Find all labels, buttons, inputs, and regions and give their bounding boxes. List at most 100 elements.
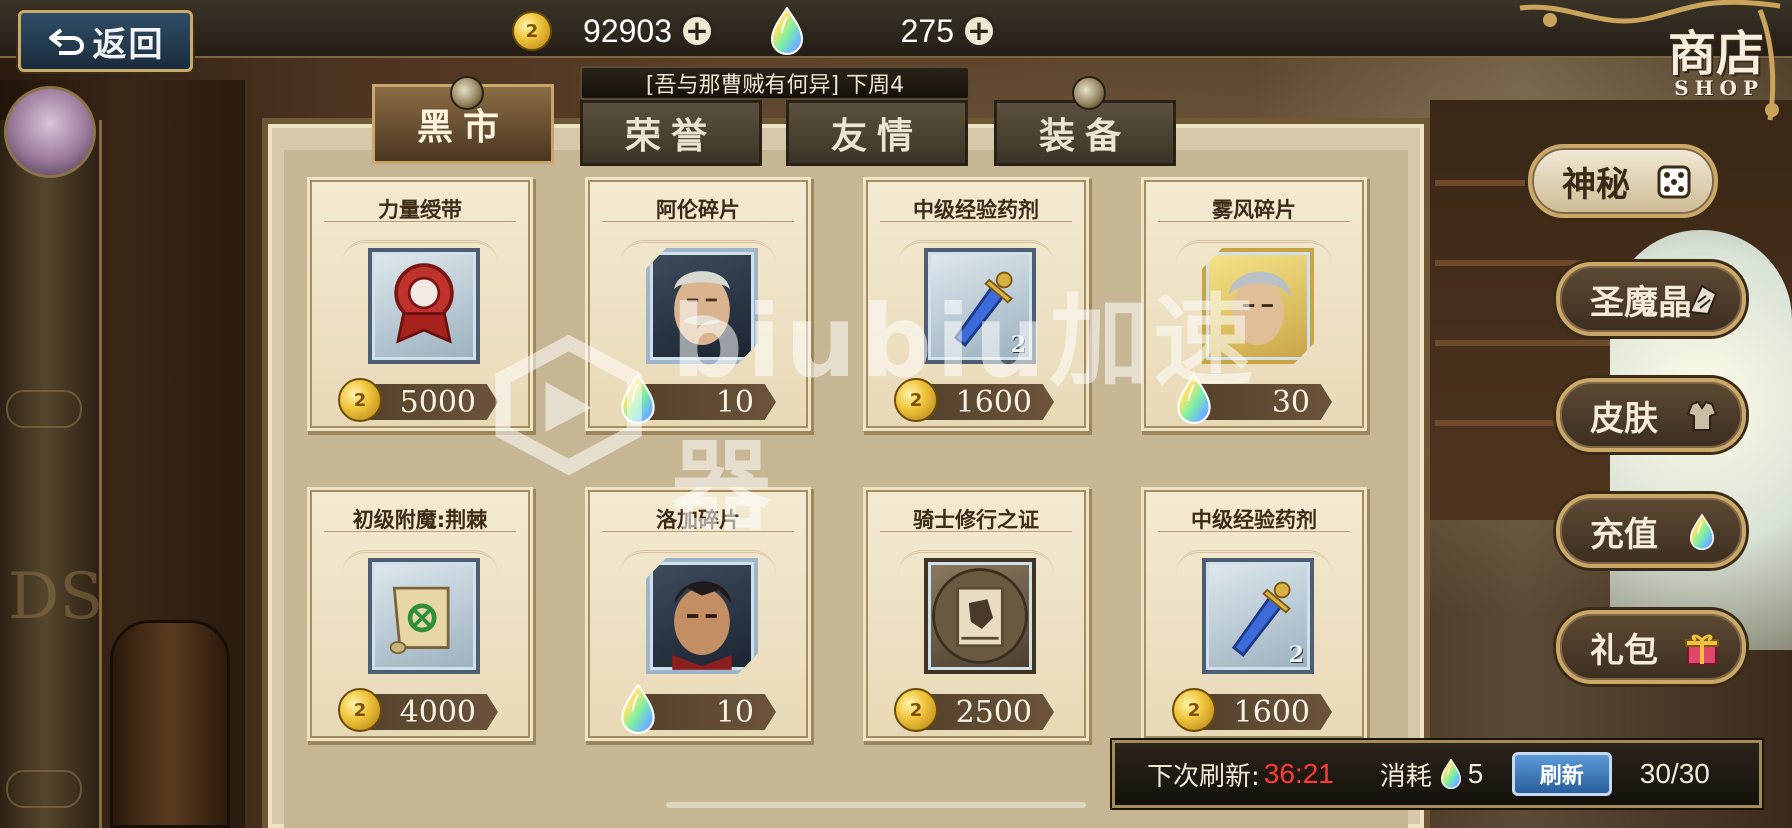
event-banner: [吾与那曹贼有何异] 下周4 bbox=[580, 66, 970, 100]
red-sash-icon bbox=[394, 263, 454, 344]
gold-counter: 2 92903 + bbox=[512, 8, 714, 54]
item-name: 中级经验药剂 bbox=[1158, 504, 1350, 532]
wufeng-portrait-icon bbox=[1228, 271, 1292, 345]
item-name: 雾风碎片 bbox=[1158, 194, 1350, 222]
rainbow-gem-icon bbox=[620, 684, 656, 734]
item-frame: 2 bbox=[924, 248, 1036, 364]
shop-item-card[interactable]: 中级经验药剂 2 1600 2 bbox=[1144, 490, 1364, 738]
refresh-timer: 36:21 bbox=[1263, 758, 1334, 789]
tab-label: 友情 bbox=[830, 115, 923, 157]
refresh-bar: 下次刷新: 36:21 消耗 5 刷新 30/30 bbox=[1112, 740, 1762, 808]
item-name: 中级经验药剂 bbox=[880, 194, 1072, 222]
side-menu-label: 礼包 bbox=[1590, 630, 1658, 671]
add-gold-button[interactable]: + bbox=[680, 14, 714, 48]
pillar-ornament bbox=[6, 770, 82, 808]
dice-icon bbox=[1657, 165, 1691, 199]
pillar-glyph-decor: DS bbox=[8, 560, 104, 634]
side-menu-recharge[interactable]: 充值 bbox=[1556, 494, 1746, 568]
tab-knob-ornament bbox=[450, 76, 484, 110]
loga-portrait-icon bbox=[672, 581, 732, 670]
shop-item-card[interactable]: 雾风碎片 30 bbox=[1144, 180, 1364, 428]
item-frame bbox=[646, 248, 758, 364]
item-name: 洛加碎片 bbox=[602, 504, 794, 532]
item-price: 10 bbox=[715, 694, 754, 730]
next-refresh-label: 下次刷新: bbox=[1147, 761, 1260, 792]
rainbow-gem-icon bbox=[620, 374, 656, 424]
side-menu-holy-crystal[interactable]: 圣魔晶 bbox=[1556, 262, 1746, 336]
shop-item-card[interactable]: 阿伦碎片 10 bbox=[588, 180, 808, 428]
item-price: 10 bbox=[715, 384, 754, 420]
gem-counter: 275 + bbox=[770, 8, 996, 54]
add-gems-button[interactable]: + bbox=[962, 14, 996, 48]
gold-coin-icon: 2 bbox=[894, 688, 938, 732]
gold-value: 92903 bbox=[583, 12, 672, 49]
knight-certificate-icon bbox=[932, 568, 1028, 664]
side-menu-label: 圣魔晶 bbox=[1590, 282, 1692, 323]
shop-item-card[interactable]: 力量绶带 5000 2 bbox=[310, 180, 530, 428]
tab-honor[interactable]: 荣誉 bbox=[580, 100, 762, 166]
shop-title-chinese: 商店 bbox=[1667, 26, 1764, 82]
shop-item-card[interactable]: 初级附魔:荆棘 4000 2 bbox=[310, 490, 530, 738]
side-menu-label: 充值 bbox=[1590, 514, 1658, 555]
tab-label: 荣誉 bbox=[624, 115, 717, 157]
refresh-cost: 5 bbox=[1467, 758, 1484, 789]
side-menu-label: 皮肤 bbox=[1590, 398, 1658, 439]
item-price: 2500 bbox=[955, 694, 1032, 730]
shop-item-card[interactable]: 骑士修行之证 2500 2 bbox=[866, 490, 1086, 738]
back-button[interactable]: 返回 bbox=[18, 10, 193, 72]
shop-item-card[interactable]: 洛加碎片 10 bbox=[588, 490, 808, 738]
item-name: 力量绶带 bbox=[324, 194, 516, 222]
item-frame bbox=[368, 248, 480, 364]
item-frame: 2 bbox=[1202, 558, 1314, 674]
item-price: 30 bbox=[1271, 384, 1310, 420]
costume-icon bbox=[1686, 400, 1718, 431]
item-price: 4000 bbox=[399, 694, 476, 730]
shelf-board bbox=[1435, 340, 1625, 346]
side-menu-mystery[interactable]: 神秘 bbox=[1528, 144, 1718, 218]
rainbow-gem-icon bbox=[1440, 759, 1462, 789]
shop-title: 商店 SHOP bbox=[1520, 6, 1792, 116]
gift-icon bbox=[1685, 634, 1719, 665]
gold-coin-icon: 2 bbox=[894, 378, 938, 422]
cost-label: 消耗 bbox=[1379, 761, 1432, 792]
enchant-scroll-icon bbox=[389, 586, 450, 655]
rainbow-gem-icon bbox=[770, 7, 804, 55]
gold-coin-icon: 2 bbox=[338, 378, 382, 422]
player-avatar[interactable] bbox=[4, 86, 96, 178]
tab-knob-ornament bbox=[1072, 76, 1106, 110]
gold-coin-icon: 2 bbox=[338, 688, 382, 732]
pillar-ornament bbox=[6, 390, 82, 428]
shop-title-english: SHOP bbox=[1674, 76, 1764, 100]
gem-icon bbox=[1684, 514, 1720, 550]
tab-equipment[interactable]: 装备 bbox=[994, 100, 1176, 166]
crystal-icon bbox=[1688, 284, 1718, 316]
item-frame bbox=[924, 558, 1036, 674]
side-menu-skins[interactable]: 皮肤 bbox=[1556, 378, 1746, 452]
alan-portrait-icon bbox=[674, 271, 730, 345]
item-name: 初级附魔:荆棘 bbox=[324, 504, 516, 532]
item-frame bbox=[1202, 248, 1314, 364]
return-arrow-icon bbox=[48, 28, 84, 55]
barrel-decor bbox=[110, 620, 230, 828]
item-price: 1600 bbox=[1233, 694, 1310, 730]
left-pillar-decor: DS bbox=[0, 120, 104, 828]
gold-coin-icon: 2 bbox=[1172, 688, 1216, 732]
tab-friendship[interactable]: 友情 bbox=[786, 100, 968, 166]
item-price: 1600 bbox=[955, 384, 1032, 420]
item-frame bbox=[368, 558, 480, 674]
shop-item-card[interactable]: 中级经验药剂 2 1600 2 bbox=[866, 180, 1086, 428]
refresh-count: 30/30 bbox=[1639, 758, 1710, 789]
side-menu-gift-pack[interactable]: 礼包 bbox=[1556, 610, 1746, 684]
stack-count: 2 bbox=[1288, 642, 1304, 668]
item-name: 骑士修行之证 bbox=[880, 504, 1072, 532]
scroll-indicator bbox=[666, 802, 1086, 808]
side-menu-label: 神秘 bbox=[1562, 164, 1630, 205]
gem-value: 275 bbox=[900, 12, 954, 49]
gold-coin-icon: 2 bbox=[512, 11, 552, 51]
item-frame bbox=[646, 558, 758, 674]
item-price: 5000 bbox=[399, 384, 476, 420]
back-label: 返回 bbox=[92, 24, 165, 65]
refresh-button[interactable]: 刷新 bbox=[1511, 752, 1612, 796]
rainbow-gem-icon bbox=[1176, 374, 1212, 424]
tab-label: 装备 bbox=[1038, 115, 1131, 157]
